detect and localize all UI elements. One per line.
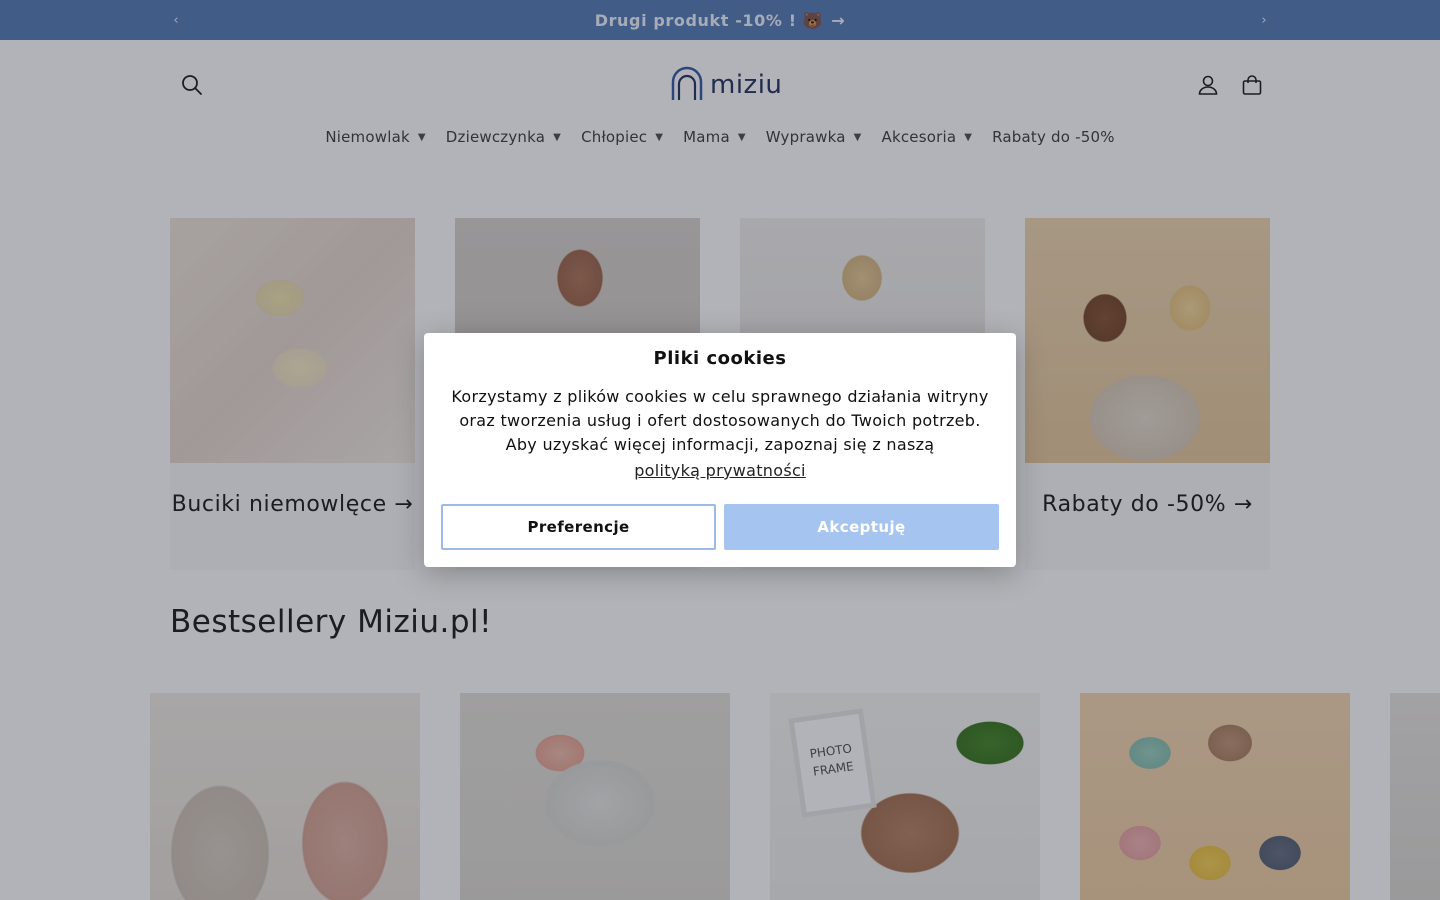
cookie-dialog-title: Pliki cookies [653, 348, 787, 369]
cookie-dialog: Pliki cookies Korzystamy z plików cookie… [424, 333, 1016, 567]
privacy-policy-link[interactable]: polityką prywatności [424, 461, 1016, 480]
cookie-dialog-text: Korzystamy z plików cookies w celu spraw… [451, 387, 989, 454]
accept-cookies-button[interactable]: Akceptuję [724, 504, 999, 550]
preferences-button[interactable]: Preferencje [441, 504, 716, 550]
